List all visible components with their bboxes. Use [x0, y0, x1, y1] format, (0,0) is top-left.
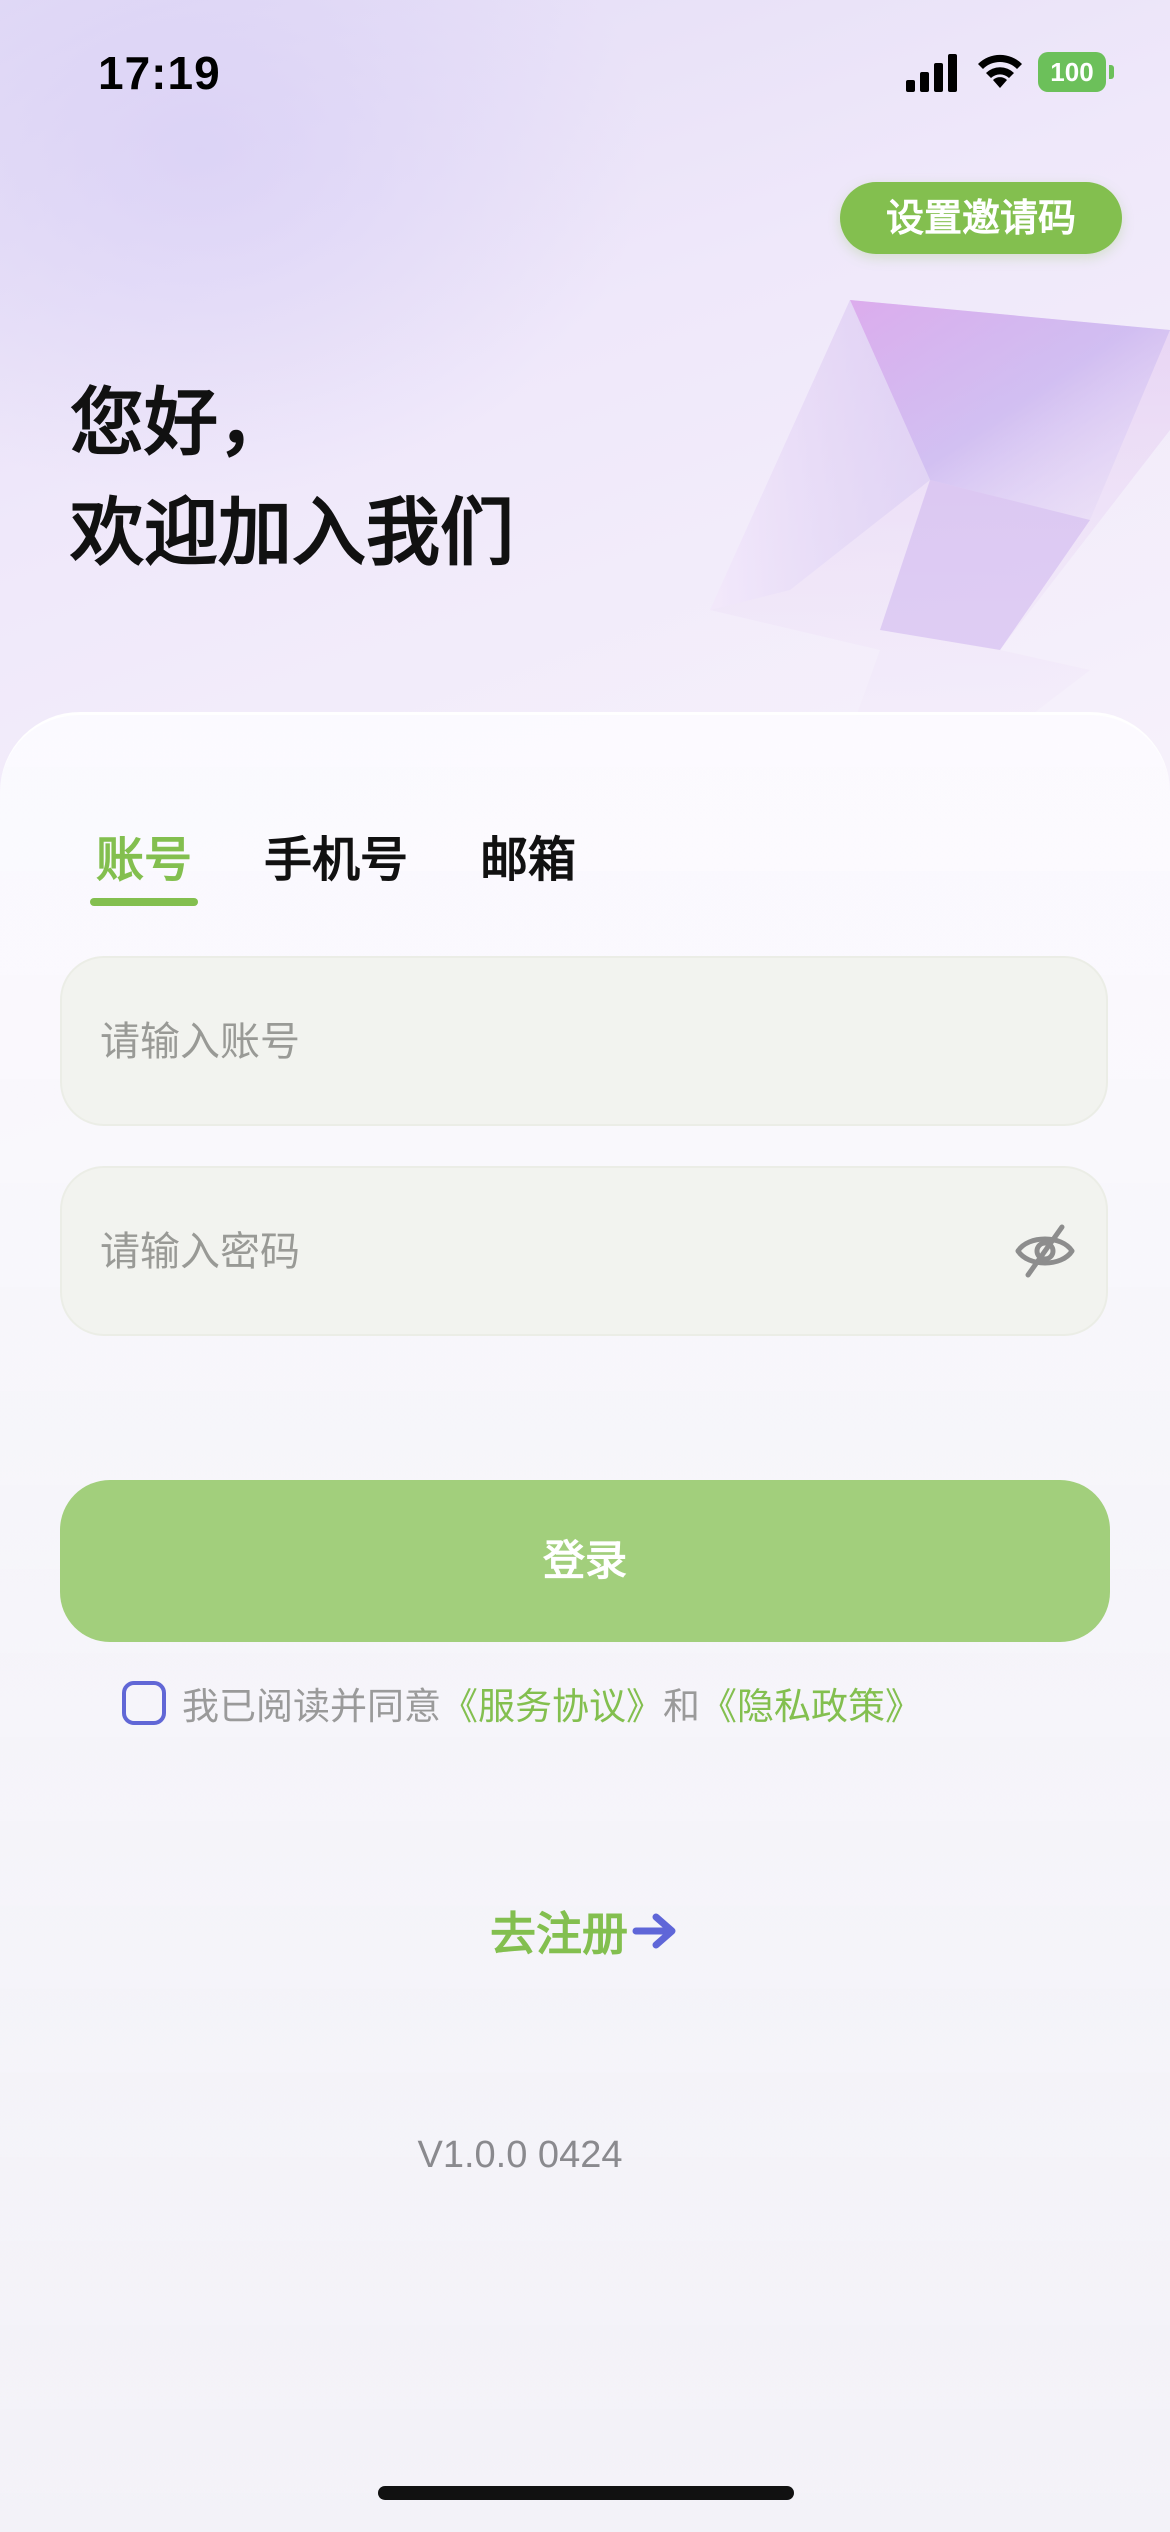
agreement-conjunction: 和	[663, 1685, 700, 1728]
tab-email[interactable]: 邮箱	[480, 820, 576, 890]
eye-slash-icon[interactable]	[1014, 1223, 1076, 1279]
account-input[interactable]	[98, 958, 1002, 1126]
battery-cap	[1109, 65, 1114, 79]
status-time: 17:19	[98, 47, 221, 99]
login-button[interactable]: 登录	[60, 1480, 1110, 1642]
greeting-line-1: 您好，	[70, 380, 292, 466]
app-version: V1.0.0 0424	[417, 2134, 623, 2176]
agreement-prefix: 我已阅读并同意	[182, 1685, 441, 1728]
agreement-checkbox[interactable]	[122, 1681, 166, 1725]
register-label: 去注册	[490, 1907, 628, 1961]
login-screen: 17:19 100 设置邀请码 您好， 欢迎加入我们 账号 手机号 邮箱 请输入…	[0, 0, 1170, 2532]
greeting-line-2: 欢迎加入我们	[70, 490, 514, 576]
battery-level: 100	[1038, 52, 1106, 92]
greeting: 您好， 欢迎加入我们	[70, 368, 514, 588]
battery-indicator: 100	[1038, 52, 1114, 92]
status-bar: 17:19 100	[0, 0, 1170, 150]
tab-phone[interactable]: 手机号	[264, 820, 408, 890]
arrow-right-icon	[632, 1913, 676, 1949]
home-indicator[interactable]	[378, 2486, 794, 2500]
privacy-policy-link[interactable]: 《隐私政策》	[700, 1676, 922, 1730]
cellular-signal-icon	[906, 54, 957, 92]
agreement-row: 我已阅读并同意 《服务协议》 和 《隐私政策》	[122, 1675, 922, 1731]
register-link[interactable]: 去注册	[490, 1898, 678, 1964]
wifi-icon	[978, 54, 1022, 88]
password-input[interactable]	[98, 1168, 1002, 1336]
tab-account[interactable]: 账号	[96, 820, 192, 890]
service-agreement-link[interactable]: 《服务协议》	[441, 1676, 663, 1730]
active-tab-indicator	[90, 898, 198, 906]
set-invite-code-button[interactable]: 设置邀请码	[840, 182, 1122, 254]
password-field	[60, 1166, 1108, 1336]
account-field	[60, 956, 1108, 1126]
